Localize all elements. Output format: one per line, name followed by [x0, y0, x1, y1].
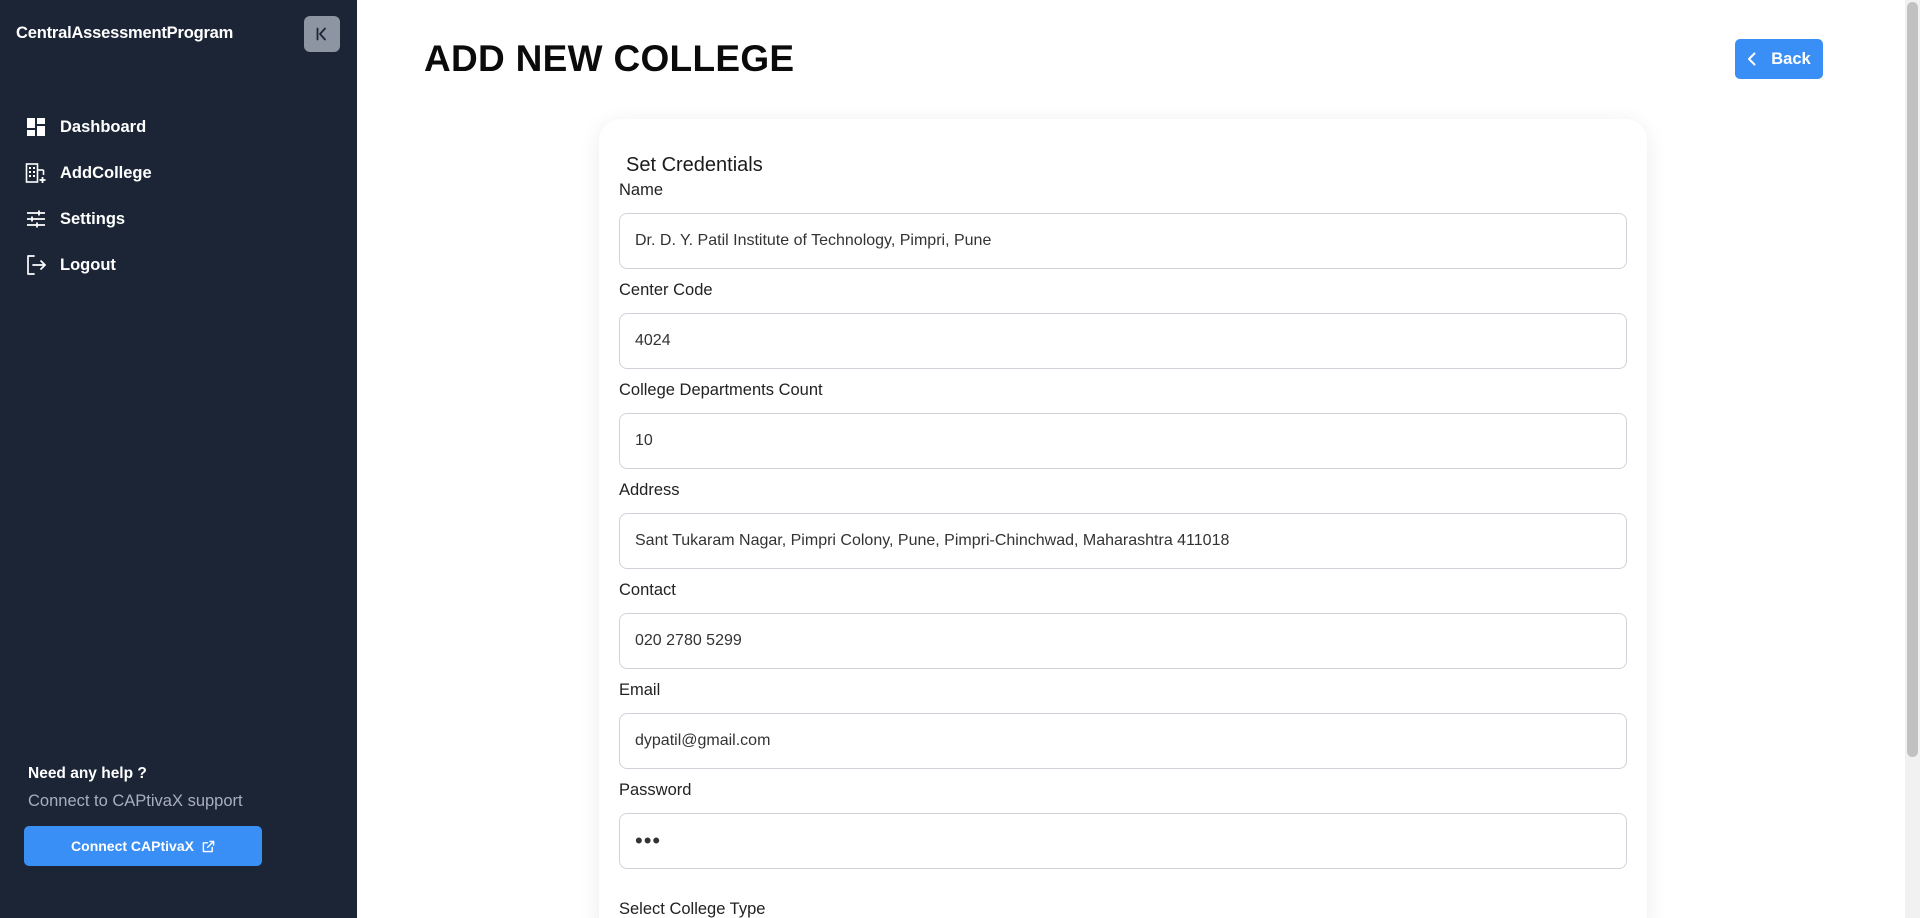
- dashboard-icon: [25, 116, 47, 138]
- email-label: Email: [619, 681, 661, 699]
- sidebar-item-label: AddCollege: [60, 163, 152, 182]
- sliders-icon: [25, 208, 47, 230]
- back-button-label: Back: [1771, 49, 1811, 68]
- help-subtitle: Connect to CAPtivaX support: [28, 792, 243, 810]
- sidebar-item-label: Dashboard: [60, 117, 147, 136]
- name-field[interactable]: [619, 213, 1627, 269]
- main-content: ADD NEW COLLEGE Back Set Credentials Nam…: [357, 0, 1905, 918]
- sidebar-item-dashboard[interactable]: Dashboard: [0, 104, 357, 150]
- college-type-label: Select College Type: [619, 900, 766, 918]
- name-label: Name: [619, 181, 664, 199]
- connect-button-label: Connect CAPtivaX: [71, 838, 194, 854]
- address-field[interactable]: [619, 513, 1627, 569]
- collapse-sidebar-button[interactable]: [304, 16, 340, 52]
- sidebar-nav: Dashboard AddCollege Settings Logout: [0, 104, 357, 288]
- sidebar-item-label: Logout: [60, 255, 116, 274]
- page-title: ADD NEW COLLEGE: [424, 38, 795, 79]
- building-add-icon: [25, 162, 47, 184]
- departments-count-label: College Departments Count: [619, 381, 823, 399]
- address-label: Address: [619, 481, 680, 499]
- form-section-title: Set Credentials: [626, 154, 763, 176]
- page-scrollbar[interactable]: [1905, 0, 1920, 918]
- center-code-label: Center Code: [619, 281, 713, 299]
- logout-icon: [25, 254, 47, 276]
- sidebar-item-label: Settings: [60, 209, 126, 228]
- add-college-form: Set Credentials Name Center Code College…: [599, 119, 1647, 918]
- collapse-left-icon: [316, 27, 326, 41]
- scrollbar-thumb[interactable]: [1907, 2, 1918, 757]
- external-link-icon: [202, 840, 215, 853]
- help-title: Need any help ?: [28, 765, 147, 782]
- chevron-left-icon: [1747, 52, 1757, 66]
- password-label: Password: [619, 781, 692, 799]
- sidebar-item-settings[interactable]: Settings: [0, 196, 357, 242]
- departments-count-field[interactable]: [619, 413, 1627, 469]
- app-root: CentralAssessmentProgram Dashboard AddCo…: [0, 0, 1920, 918]
- center-code-field[interactable]: [619, 313, 1627, 369]
- contact-label: Contact: [619, 581, 676, 599]
- sidebar-item-logout[interactable]: Logout: [0, 242, 357, 288]
- password-field[interactable]: [619, 813, 1627, 869]
- back-button[interactable]: Back: [1735, 39, 1823, 79]
- email-field[interactable]: [619, 713, 1627, 769]
- app-brand: CentralAssessmentProgram: [16, 24, 234, 42]
- connect-support-button[interactable]: Connect CAPtivaX: [24, 826, 262, 866]
- sidebar-item-addcollege[interactable]: AddCollege: [0, 150, 357, 196]
- contact-field[interactable]: [619, 613, 1627, 669]
- sidebar: CentralAssessmentProgram Dashboard AddCo…: [0, 0, 357, 918]
